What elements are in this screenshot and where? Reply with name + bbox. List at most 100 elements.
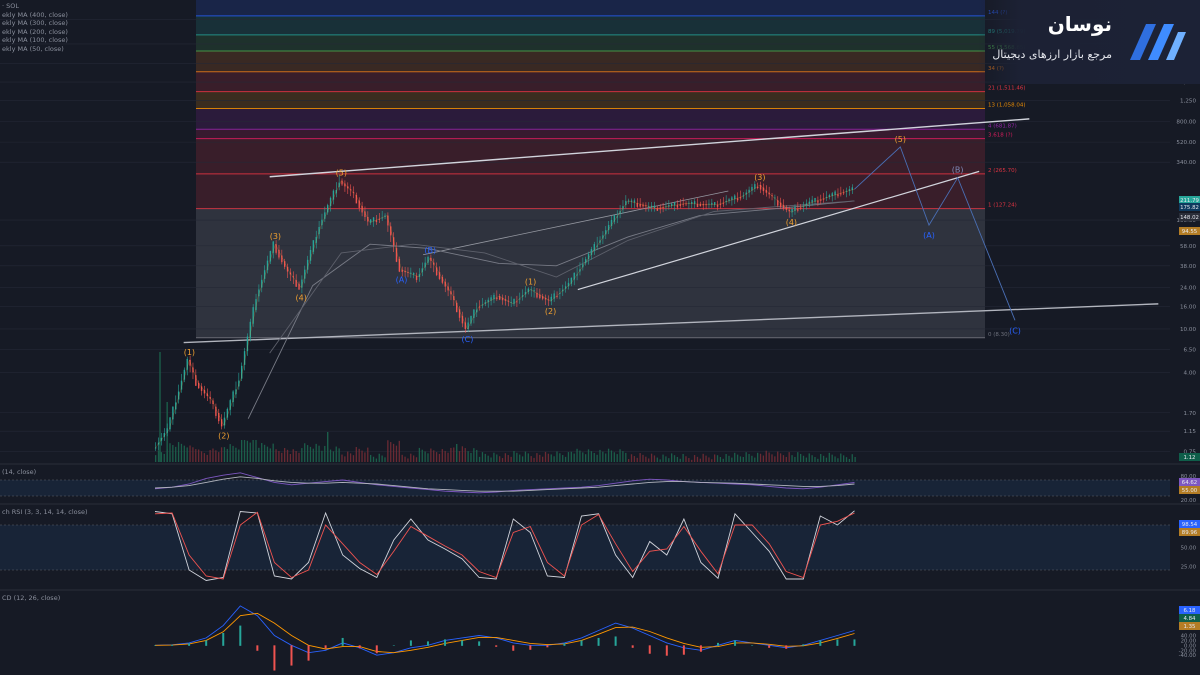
macd-histogram-bar [222,633,225,646]
wave-label: (5) [895,135,906,144]
volume-bar [375,458,378,462]
volume-bar [516,452,518,462]
volume-bar [269,448,271,462]
volume-bar [848,458,851,462]
volume-bar [610,450,613,462]
volume-bar [370,454,372,462]
volume-bar [177,442,180,462]
volume-bar [358,448,360,462]
volume-bar [628,459,630,462]
volume-bar [355,447,357,462]
indicator-tick-label: 25.00 [1181,564,1197,570]
volume-bar [805,457,808,462]
volume-bar [335,446,337,462]
volume-bar [785,456,787,462]
volume-bar [539,454,541,462]
volume-bar [312,448,314,462]
macd-histogram-bar [614,636,617,646]
wave-label: (A) [396,276,408,285]
volume-bar [650,453,653,462]
macd-histogram-bar [734,640,737,646]
legend-ma-50[interactable]: ekly MA (50, close) [2,45,68,54]
volume-bar [593,452,595,462]
volume-bar [757,452,759,462]
volume-bar [349,453,352,462]
volume-bar [820,454,822,462]
volume-bar [487,455,489,462]
volume-bar [361,450,363,462]
volume-bar [478,456,481,462]
macd-histogram-bar [836,639,839,646]
volume-bar [702,453,704,462]
legend-ma-400[interactable]: ekly MA (400, close) [2,11,68,20]
wave-label: (2) [218,431,229,440]
volume-bar [324,445,326,462]
volume-bar [562,455,564,462]
volume-bar [284,448,286,462]
chart-canvas[interactable]: 0 (8.30) 1 (127.24) 2 (265.70) 3.618 (?) 4 (… [0,0,1200,675]
volume-bar [673,455,676,462]
candle-body [699,204,702,207]
main-legend[interactable]: · SOL ekly MA (400, close) ekly MA (300,… [2,2,68,54]
fib-band [196,34,985,52]
volume-bar [590,451,593,462]
macd-histogram-bar [512,645,515,651]
volume-bar [521,456,524,462]
volume-bar [398,440,400,462]
volume-bar [301,448,303,462]
volume-bar [229,444,231,462]
volume-bar [685,456,687,462]
legend-ma-300[interactable]: ekly MA (300, close) [2,19,68,28]
volume-bar [461,446,464,462]
volume-bar [648,458,650,462]
volume-bar [424,451,426,462]
fibonacci-extension[interactable]: 0 (8.30) 1 (127.24) 2 (265.70) 3.618 (?) 4 (… [196,0,1026,339]
candle-body [673,202,676,206]
legend-symbol[interactable]: · SOL [2,2,68,11]
volume-bar [499,456,501,462]
wave-label: (5) [336,169,347,178]
fib-band [196,138,985,174]
volume-bar [513,450,515,462]
volume-bar [226,448,228,462]
volume-bar [544,451,547,462]
volume-bar [808,453,810,462]
macd-histogram-bar [699,645,702,652]
legend-ma-100[interactable]: ekly MA (100, close) [2,36,68,45]
fib-band [196,173,985,209]
fib-level-label: 3.618 (?) [988,133,1013,139]
price-tick-label: 520.00 [1176,140,1196,146]
brand-banner: نوسان مرجع بازار ارزهای دیجیتال [978,0,1200,84]
macd-histogram-bar [802,644,805,646]
candle-body [837,194,839,197]
candle-body [797,209,799,211]
volume-bar [533,457,535,462]
volume-bar [607,448,610,462]
price-badge-label: 175.82 [1180,205,1199,211]
fib-level-label: 21 (1,511.46) [988,86,1026,92]
macd-histogram-bar [273,645,276,671]
macd-histogram-bar [563,643,566,646]
volume-bar [622,451,624,462]
volume-bar [547,453,550,462]
macd-histogram-bar [171,644,174,646]
rsi-title[interactable]: (14, close) [2,468,36,476]
stoch-rsi-title[interactable]: ch RSI (3, 3, 14, 14, close) [2,508,88,516]
legend-ma-200[interactable]: ekly MA (200, close) [2,28,68,37]
volume-bar [636,457,638,462]
volume-bar [430,448,432,462]
price-tick-label: 24.00 [1180,286,1196,292]
wave-label: (C) [1009,326,1021,335]
price-tick-label: 1.70 [1184,411,1197,417]
volume-bar [243,440,246,462]
volume-bar [306,445,309,462]
volume-bar [241,440,243,462]
brand-tagline: مرجع بازار ارزهای دیجیتال [992,48,1112,61]
volume-bar [286,449,289,462]
volume-bar [582,452,584,462]
volume-bar [344,456,346,462]
macd-histogram-bar [205,640,208,646]
fib-band [196,71,985,92]
macd-title[interactable]: CD (12, 26, close) [2,594,60,602]
volume-bar [332,451,335,462]
